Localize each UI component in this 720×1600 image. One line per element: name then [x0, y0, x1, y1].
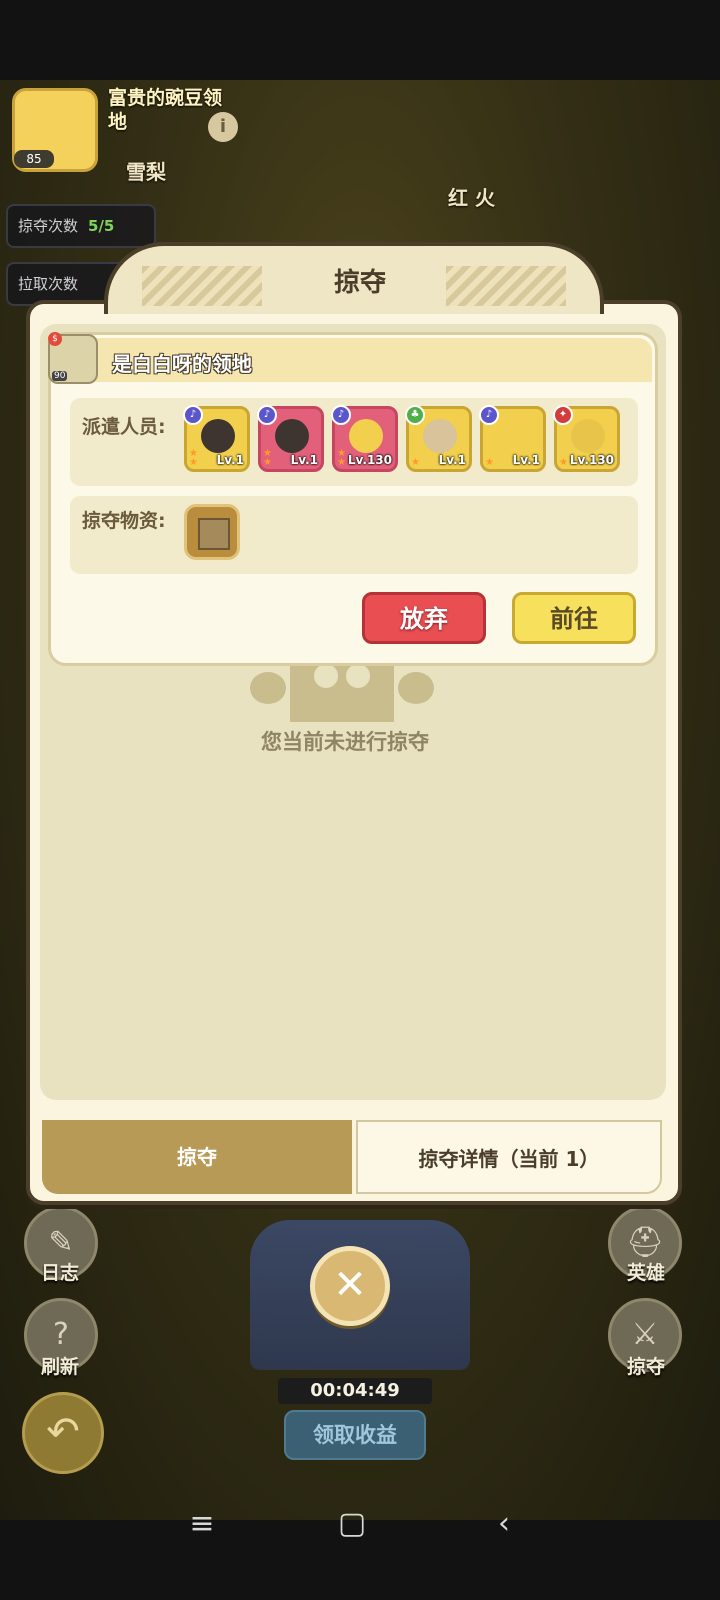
badge-icon: $	[48, 332, 62, 346]
hero-portrait	[571, 419, 605, 453]
status-bar	[0, 0, 720, 80]
hero-slot[interactable]: ♪ ★ ★ Lv.130	[331, 405, 398, 472]
info-icon[interactable]: i	[208, 112, 238, 142]
opponent-territory-name: 是白白呀的领地	[112, 352, 252, 376]
menu-icon[interactable]: ≡	[172, 1506, 232, 1541]
go-button[interactable]: 前往	[512, 592, 636, 644]
hero-level: Lv.1	[216, 453, 244, 467]
raid-side-label: 掠夺	[626, 1356, 665, 1378]
back-arrow-icon: ↶	[46, 1409, 80, 1455]
hero-level: Lv.130	[347, 453, 392, 467]
hero-slot[interactable]: ♪ ★ ★ Lv.1	[257, 405, 324, 472]
refresh-icon: ?	[53, 1317, 69, 1352]
enemy-label-right: 红 火	[448, 186, 495, 210]
hero-portrait	[275, 419, 309, 453]
hero-portrait	[497, 419, 531, 453]
abandon-button[interactable]: 放弃	[362, 592, 486, 644]
hero-level: Lv.1	[512, 453, 540, 467]
rarity-stars: ★ ★	[337, 448, 346, 468]
modal-title: 掠夺	[333, 268, 386, 298]
territory-level: 85	[14, 150, 54, 168]
hero-level: Lv.1	[438, 453, 466, 467]
music-element-icon: ♪	[183, 405, 203, 425]
music-element-icon: ♪	[331, 405, 351, 425]
hero-portrait	[423, 419, 457, 453]
dispatch-label: 派遣人员:	[82, 416, 166, 438]
hero-slot[interactable]: ✦ ★ Lv.130	[553, 405, 620, 472]
rarity-stars: ★	[559, 457, 568, 468]
opponent-avatar[interactable]: $ 90	[48, 332, 98, 384]
rarity-stars: ★	[411, 457, 420, 468]
raid-count-value: 5/5	[88, 217, 115, 235]
helmet-icon: ⛑	[625, 1225, 665, 1260]
nature-element-icon: ♣	[405, 405, 425, 425]
heroes-label: 英雄	[626, 1262, 665, 1284]
tab-raid-details[interactable]: 掠夺详情（当前 1）	[356, 1120, 662, 1194]
close-button[interactable]: ✕	[310, 1246, 390, 1326]
refresh-label: 刷新	[40, 1356, 79, 1378]
swords-icon: ⚔	[631, 1317, 659, 1352]
rarity-stars: ★ ★	[189, 448, 198, 468]
empty-state-text: 您当前未进行掠夺	[261, 730, 429, 754]
hero-slot[interactable]: ♣ ★ Lv.1	[405, 405, 472, 472]
close-icon: ✕	[333, 1262, 367, 1308]
raid-count-label: 掠夺次数	[18, 217, 79, 235]
loot-item-slot[interactable]	[184, 504, 240, 560]
music-element-icon: ♪	[479, 405, 499, 425]
pull-count-label: 拉取次数	[18, 275, 79, 293]
music-element-icon: ♪	[257, 405, 277, 425]
hero-slot[interactable]: ♪ ★ Lv.1	[479, 405, 546, 472]
rarity-stars: ★ ★	[263, 448, 272, 468]
back-button[interactable]: ↶	[22, 1392, 104, 1474]
hero-level: Lv.1	[290, 453, 318, 467]
hero-portrait	[201, 419, 235, 453]
loot-label: 掠夺物资:	[82, 510, 166, 532]
opponent-level: 90	[52, 371, 68, 381]
fire-element-icon: ✦	[553, 405, 573, 425]
back-icon[interactable]: ‹	[474, 1506, 534, 1541]
hero-level: Lv.130	[569, 453, 614, 467]
hero-portrait	[349, 419, 383, 453]
log-label: 日志	[40, 1262, 79, 1284]
raid-count-panel: 掠夺次数 5/5	[6, 204, 156, 248]
hero-slot[interactable]: ♪ ★ ★ Lv.1	[183, 405, 250, 472]
enemy-label-left: 雪梨	[126, 160, 166, 184]
rarity-stars: ★	[485, 457, 494, 468]
home-icon[interactable]: ▢	[322, 1506, 382, 1541]
claim-income-button[interactable]: 领取收益	[284, 1410, 426, 1460]
tab-raid[interactable]: 掠夺	[42, 1120, 352, 1194]
income-timer: 00:04:49	[278, 1378, 432, 1404]
book-icon: ✎	[48, 1225, 74, 1260]
